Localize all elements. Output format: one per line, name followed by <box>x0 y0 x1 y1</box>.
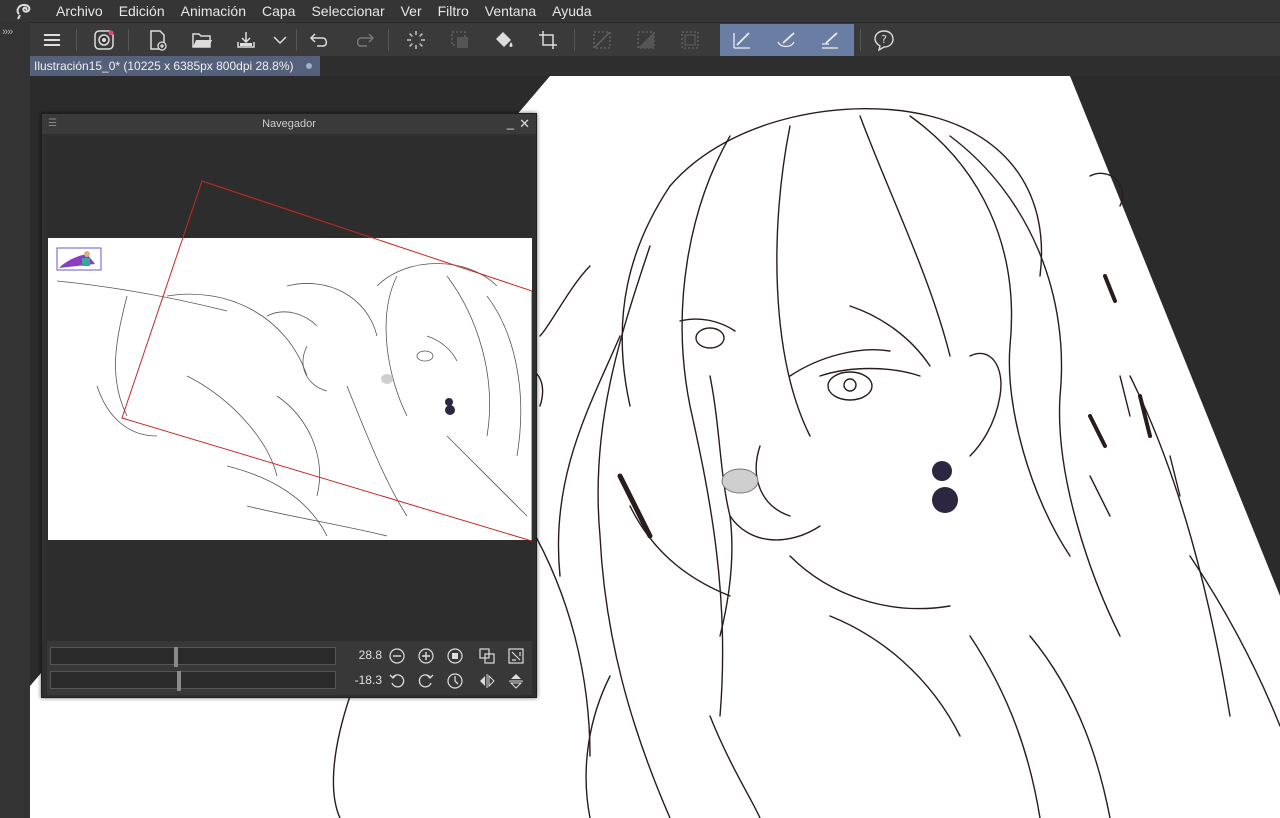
stroke-tool-2-icon[interactable] <box>772 27 800 53</box>
rotation-slider-knob[interactable] <box>177 671 181 691</box>
rotate-left-icon[interactable] <box>387 671 407 691</box>
menu-bar: Archivo Edición Animación Capa Seleccion… <box>0 0 1280 22</box>
invert-selection-icon[interactable] <box>632 27 660 53</box>
menu-edicion[interactable]: Edición <box>111 0 173 22</box>
menu-ayuda[interactable]: Ayuda <box>544 0 599 22</box>
zoom-slider[interactable] <box>50 647 336 667</box>
lips <box>721 468 759 494</box>
earring-top <box>932 461 952 481</box>
menu-capa[interactable]: Capa <box>254 0 303 22</box>
deselect-icon[interactable] <box>588 27 616 53</box>
toolbar-separator <box>76 29 77 51</box>
reset-rotation-icon[interactable] <box>445 671 465 691</box>
unsaved-dot-icon <box>306 63 312 69</box>
document-tab-label: Ilustración15_0* (10225 x 6385px 800dpi … <box>34 59 294 73</box>
minimize-icon[interactable]: _ <box>507 114 514 132</box>
selection-icon[interactable] <box>446 27 474 53</box>
fit-to-window-icon[interactable] <box>477 646 497 666</box>
toolbar-separator <box>860 29 861 51</box>
rotation-slider[interactable] <box>50 671 336 691</box>
toolbar-separator <box>388 29 389 51</box>
save-icon[interactable] <box>232 27 260 53</box>
new-file-icon[interactable] <box>144 27 172 53</box>
crop-icon[interactable] <box>534 27 562 53</box>
expand-panel-icon[interactable]: »» <box>2 26 13 38</box>
dropdown-icon[interactable] <box>266 27 294 53</box>
document-tab[interactable]: Ilustración15_0* (10225 x 6385px 800dpi … <box>30 56 320 76</box>
command-bar: ? <box>30 22 1280 56</box>
actual-size-icon[interactable] <box>445 646 465 666</box>
clip-studio-logo-icon[interactable] <box>0 0 48 22</box>
menu-archivo[interactable]: Archivo <box>48 0 111 22</box>
rotate-right-icon[interactable] <box>416 671 436 691</box>
navigator-panel: ☰ Navegador _ ✕ 28.8 -18.3 <box>41 113 537 698</box>
navigator-preview-svg[interactable] <box>47 136 532 641</box>
redo-icon[interactable] <box>350 27 378 53</box>
zoom-in-icon[interactable] <box>416 646 436 666</box>
navigator-titlebar[interactable]: ☰ Navegador _ ✕ <box>42 114 536 134</box>
menu-animacion[interactable]: Animación <box>173 0 254 22</box>
earring-bottom <box>932 487 958 513</box>
fill-icon[interactable] <box>490 27 518 53</box>
svg-text:?: ? <box>881 33 887 46</box>
toolbar-separator <box>296 29 297 51</box>
close-icon[interactable]: ✕ <box>519 114 530 134</box>
open-folder-icon[interactable] <box>188 27 216 53</box>
menu-icon[interactable] <box>38 27 66 53</box>
zoom-out-icon[interactable] <box>387 646 407 666</box>
flip-vertical-icon[interactable] <box>506 671 526 691</box>
menu-ventana[interactable]: Ventana <box>477 0 544 22</box>
menu-seleccionar[interactable]: Seleccionar <box>303 0 392 22</box>
zoom-slider-knob[interactable] <box>174 647 178 667</box>
toolbar-separator <box>574 29 575 51</box>
clip-studio-icon[interactable] <box>90 27 118 53</box>
stroke-tool-1-icon[interactable] <box>728 27 756 53</box>
app-window: Archivo Edición Animación Capa Seleccion… <box>0 0 1280 818</box>
rotation-value: -18.3 <box>354 673 382 687</box>
undo-icon[interactable] <box>306 27 334 53</box>
navigator-thumbnail <box>48 238 532 540</box>
navigator-title: Navegador <box>262 118 316 130</box>
zoom-value: 28.8 <box>358 648 382 662</box>
loading-icon[interactable] <box>402 27 430 53</box>
help-icon[interactable]: ? <box>870 27 898 53</box>
document-tab-bar: Ilustración15_0* (10225 x 6385px 800dpi … <box>30 56 1280 76</box>
menu-filtro[interactable]: Filtro <box>430 0 477 22</box>
left-dock-strip: »» <box>0 22 30 818</box>
flip-horizontal-icon[interactable] <box>477 671 497 691</box>
navigator-controls: 28.8 -18.3 <box>47 641 532 695</box>
menu-ver[interactable]: Ver <box>393 0 430 22</box>
fill-window-icon[interactable] <box>506 646 526 666</box>
selection-border-icon[interactable] <box>676 27 704 53</box>
navigator-preview[interactable] <box>47 136 532 641</box>
toolbar-separator <box>128 29 129 51</box>
stroke-tool-3-icon[interactable] <box>816 27 844 53</box>
